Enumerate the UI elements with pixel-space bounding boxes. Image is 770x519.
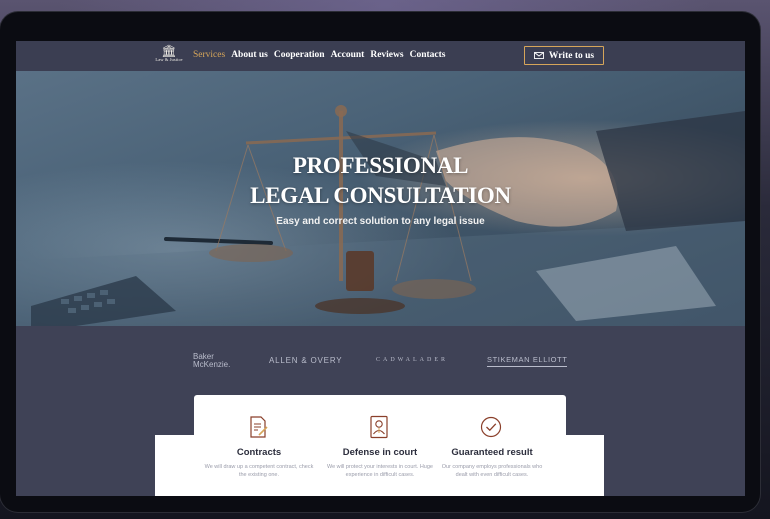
nav-item-cooperation[interactable]: Cooperation <box>274 50 325 60</box>
nav-item-contacts[interactable]: Contacts <box>410 50 446 60</box>
monitor-frame: 🏛 Law & Justice Services About us Cooper… <box>0 12 760 512</box>
partner-logo-allen-overy[interactable]: ALLEN & OVERY <box>269 356 342 365</box>
partner-logo-cadwalader[interactable]: CADWALADER <box>376 357 448 363</box>
features-card: Contracts We will draw up a competent co… <box>194 395 566 496</box>
partner-logo-baker-mckenzie[interactable]: Baker McKenzie. <box>193 353 230 369</box>
hero-title-line2: LEGAL CONSULTATION <box>250 183 511 208</box>
top-navbar: 🏛 Law & Justice Services About us Cooper… <box>16 41 745 71</box>
check-circle-icon <box>480 416 502 438</box>
hero-subtitle: Easy and correct solution to any legal i… <box>276 216 485 227</box>
nav-item-account[interactable]: Account <box>331 50 365 60</box>
feature-title: Guaranteed result <box>451 447 533 458</box>
lawyer-badge-icon <box>370 415 388 439</box>
feature-description: Our company employs professionals who de… <box>441 464 543 478</box>
contract-icon <box>250 416 268 438</box>
website-screen: 🏛 Law & Justice Services About us Cooper… <box>16 41 745 496</box>
mail-icon <box>533 52 544 59</box>
partners-strip: Baker McKenzie. ALLEN & OVERY CADWALADER… <box>16 326 745 386</box>
main-menu: Services About us Cooperation Account Re… <box>193 50 445 60</box>
feature-description: We will draw up a competent contract, ch… <box>204 464 314 478</box>
nav-item-about[interactable]: About us <box>231 50 268 60</box>
logo[interactable]: 🏛 Law & Justice <box>153 45 185 67</box>
partner-logo-stikeman-elliott[interactable]: STIKEMAN ELLIOTT <box>487 355 568 367</box>
hero-section: PROFESSIONAL LEGAL CONSULTATION Easy and… <box>16 71 745 326</box>
write-to-us-button[interactable]: Write to us <box>524 46 604 65</box>
hero-title-line1: PROFESSIONAL <box>292 153 469 178</box>
write-to-us-label: Write to us <box>548 50 595 61</box>
feature-description: We will protect your interests in court.… <box>327 464 433 478</box>
logo-text: Law & Justice <box>155 57 183 62</box>
nav-item-services[interactable]: Services <box>193 50 225 60</box>
courthouse-icon: 🏛 <box>161 44 177 58</box>
feature-title: Defense in court <box>342 447 418 458</box>
partner-baker-line2: McKenzie. <box>193 360 231 369</box>
nav-item-reviews[interactable]: Reviews <box>370 50 403 60</box>
feature-title: Contracts <box>236 447 282 458</box>
